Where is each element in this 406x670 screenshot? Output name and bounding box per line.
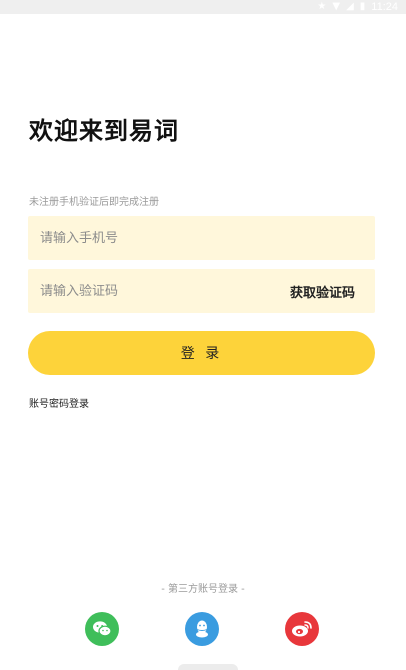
home-indicator (178, 664, 238, 670)
login-button[interactable]: 登 录 (28, 331, 375, 375)
verification-code-input[interactable] (40, 283, 290, 299)
status-bar: ★ ▼ ◢ ▮ 11:24 (0, 0, 406, 14)
weibo-login-button[interactable] (285, 612, 319, 646)
code-field-container: 获取验证码 (28, 269, 375, 313)
phone-input[interactable] (40, 230, 363, 246)
get-code-button[interactable]: 获取验证码 (290, 282, 355, 301)
password-login-link[interactable]: 账号密码登录 (29, 395, 89, 410)
wifi-icon: ▼ (332, 1, 341, 12)
signal-icon: ◢ (346, 1, 354, 12)
star-icon: ★ (317, 1, 327, 12)
status-time: 11:24 (371, 1, 398, 13)
battery-icon: ▮ (359, 1, 366, 12)
register-hint: 未注册手机验证后即完成注册 (29, 197, 159, 208)
status-icons: ★ ▼ ◢ ▮ 11:24 (317, 0, 398, 14)
third-party-login-title: - 第三方账号登录 - (161, 584, 245, 595)
phone-field-container (28, 216, 375, 260)
qq-icon (196, 620, 208, 638)
qq-login-button[interactable] (185, 612, 219, 646)
wechat-login-button[interactable] (85, 612, 119, 646)
wechat-icon (93, 621, 112, 637)
page-title: 欢迎来到易词 (29, 117, 179, 145)
weibo-icon (292, 621, 312, 637)
